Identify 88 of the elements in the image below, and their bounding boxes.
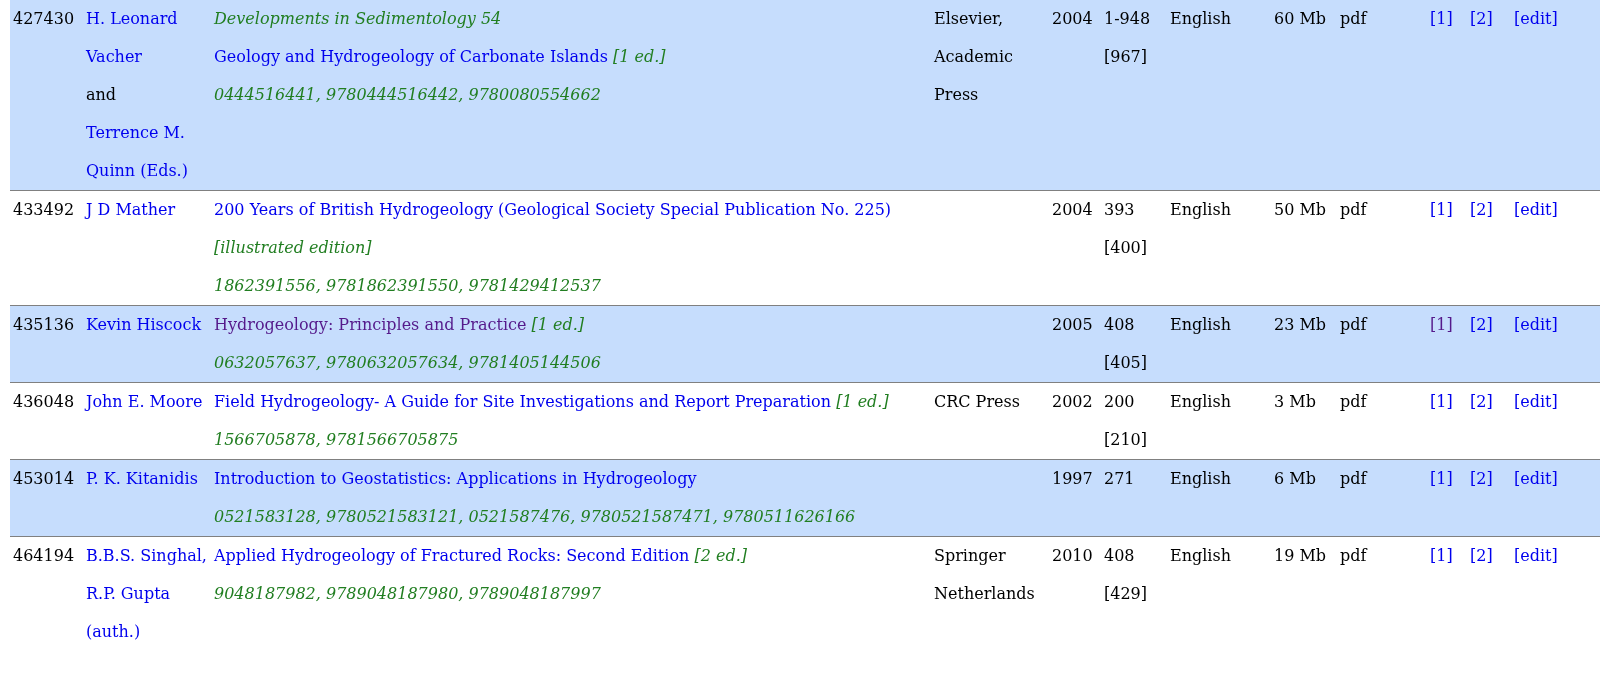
- book-id: 464194: [13, 546, 75, 565]
- edition-label: [1 ed.]: [531, 315, 585, 334]
- mirror-link[interactable]: [edit]: [1514, 315, 1558, 334]
- title-link[interactable]: Applied Hydrogeology of Fractured Rocks: Second Edition: [214, 546, 690, 565]
- mirror-link[interactable]: [1]: [1430, 9, 1453, 28]
- language: English: [1170, 546, 1231, 565]
- mirror-link[interactable]: [1]: [1430, 469, 1453, 488]
- author-link[interactable]: John E. Moore: [86, 383, 203, 421]
- year: 2010: [1052, 546, 1093, 565]
- author-separator: and: [86, 85, 117, 104]
- author-link[interactable]: Terrence M. Quinn (Eds.): [86, 114, 208, 190]
- page-count: 1-948: [1104, 9, 1151, 28]
- mirror-link[interactable]: [2]: [1470, 546, 1493, 565]
- mirror-link[interactable]: [1]: [1430, 200, 1453, 219]
- book-id: 436048: [13, 392, 75, 411]
- mirror-link[interactable]: [edit]: [1514, 200, 1558, 219]
- author-link[interactable]: H. Leonard Vacher: [86, 0, 208, 76]
- mirror-link[interactable]: [1]: [1430, 392, 1453, 411]
- isbn-list: 0632057637, 9780632057634, 9781405144506: [214, 344, 928, 382]
- total-pages: [210]: [1104, 430, 1148, 449]
- title-link[interactable]: Hydrogeology: Principles and Practice: [214, 315, 527, 334]
- page-count: 393: [1104, 200, 1135, 219]
- total-pages: [429]: [1104, 584, 1148, 603]
- file-extension: pdf: [1340, 315, 1367, 334]
- file-size: 19 Mb: [1274, 546, 1327, 565]
- year: 1997: [1052, 469, 1093, 488]
- publisher: Elsevier, Academic Press: [934, 9, 1013, 104]
- book-id: 453014: [13, 469, 75, 488]
- year: 2002: [1052, 392, 1093, 411]
- mirror-link[interactable]: [edit]: [1514, 392, 1558, 411]
- page-count: 408: [1104, 315, 1135, 334]
- book-id: 433492: [13, 200, 75, 219]
- language: English: [1170, 469, 1231, 488]
- author-link[interactable]: B.B.S. Singhal, R.P. Gupta (auth.): [86, 537, 208, 651]
- year: 2004: [1052, 200, 1093, 219]
- mirror-link[interactable]: [2]: [1470, 392, 1493, 411]
- total-pages: [400]: [1104, 238, 1148, 257]
- file-extension: pdf: [1340, 200, 1367, 219]
- edition-label: [1 ed.]: [612, 47, 666, 66]
- file-size: 50 Mb: [1274, 200, 1327, 219]
- author-link[interactable]: Kevin Hiscock: [86, 306, 202, 344]
- book-id: 427430: [13, 9, 75, 28]
- title-link[interactable]: 200 Years of British Hydrogeology (Geological Society Special Publication No. 225): [214, 200, 892, 219]
- edition-label: [illustrated edition]: [214, 238, 372, 257]
- year: 2004: [1052, 9, 1093, 28]
- file-extension: pdf: [1340, 546, 1367, 565]
- page-count: 271: [1104, 469, 1135, 488]
- file-size: 3 Mb: [1274, 392, 1316, 411]
- file-extension: pdf: [1340, 9, 1367, 28]
- author-link[interactable]: P. K. Kitanidis: [86, 460, 198, 498]
- title-link[interactable]: Geology and Hydrogeology of Carbonate Islands: [214, 47, 608, 66]
- isbn-list: 0521583128, 9780521583121, 0521587476, 9780521587471, 9780511626166: [214, 498, 928, 536]
- language: English: [1170, 315, 1231, 334]
- publisher: CRC Press: [934, 392, 1020, 411]
- isbn-list: 0444516441, 9780444516442, 9780080554662: [214, 76, 928, 114]
- language: English: [1170, 392, 1231, 411]
- mirror-link[interactable]: [1]: [1430, 315, 1453, 334]
- file-size: 23 Mb: [1274, 315, 1327, 334]
- total-pages: [405]: [1104, 353, 1148, 372]
- language: English: [1170, 200, 1231, 219]
- isbn-list: 9048187982, 9789048187980, 9789048187997: [214, 575, 928, 613]
- file-size: 6 Mb: [1274, 469, 1316, 488]
- series-name: Developments in Sedimentology 54: [214, 8, 503, 30]
- publisher: Springer Netherlands: [934, 546, 1035, 603]
- file-extension: pdf: [1340, 469, 1367, 488]
- page-count: 408: [1104, 546, 1135, 565]
- mirror-link[interactable]: [1]: [1430, 546, 1453, 565]
- book-id: 435136: [13, 315, 75, 334]
- edition-label: [1 ed.]: [836, 392, 889, 411]
- mirror-link[interactable]: [2]: [1470, 9, 1493, 28]
- author-link[interactable]: J D Mather: [86, 191, 176, 229]
- mirror-link[interactable]: [edit]: [1514, 469, 1558, 488]
- mirror-link[interactable]: [edit]: [1514, 9, 1558, 28]
- isbn-list: 1862391556, 9781862391550, 9781429412537: [214, 267, 928, 305]
- mirror-link[interactable]: [2]: [1470, 469, 1493, 488]
- file-size: 60 Mb: [1274, 9, 1327, 28]
- edition-label: [2 ed.]: [694, 546, 747, 565]
- mirror-link[interactable]: [edit]: [1514, 546, 1558, 565]
- title-link[interactable]: Field Hydrogeology- A Guide for Site Investigations and Report Preparation: [214, 392, 832, 411]
- language: English: [1170, 9, 1231, 28]
- year: 2005: [1052, 315, 1093, 334]
- total-pages: [967]: [1104, 47, 1148, 66]
- isbn-list: 1566705878, 9781566705875: [214, 421, 928, 459]
- page-count: 200: [1104, 392, 1135, 411]
- title-link[interactable]: Introduction to Geostatistics: Applications in Hydrogeology: [214, 469, 697, 488]
- file-extension: pdf: [1340, 392, 1367, 411]
- mirror-link[interactable]: [2]: [1470, 200, 1493, 219]
- mirror-link[interactable]: [2]: [1470, 315, 1493, 334]
